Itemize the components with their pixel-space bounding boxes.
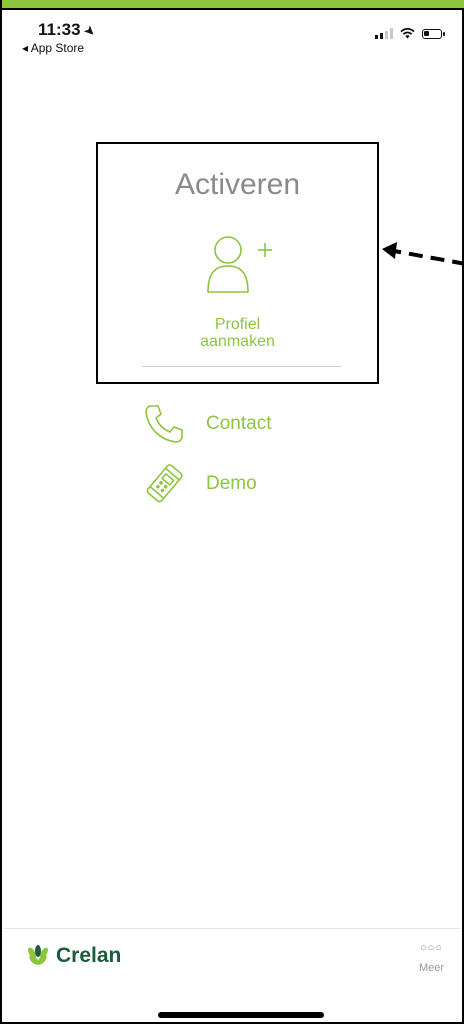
battery-icon (422, 28, 445, 39)
more-button[interactable]: ○○○ Meer (419, 942, 444, 974)
brand-name: Crelan (56, 944, 122, 967)
create-profile-line2: aanmaken (200, 333, 275, 350)
divider-line (142, 366, 341, 367)
contact-item[interactable]: Contact (142, 402, 271, 446)
bottom-separator (4, 928, 460, 929)
top-accent-bar (2, 0, 464, 8)
wifi-icon (400, 28, 415, 39)
activate-title: Activeren (174, 168, 301, 201)
back-to-app-store-link[interactable]: ◂ App Store (22, 41, 84, 55)
more-dots-icon: ○○○ (420, 942, 443, 954)
top-border (2, 8, 464, 10)
activate-panel: Activeren Profiel aanmaken (96, 142, 379, 384)
status-time: 11:33➤ (38, 20, 99, 40)
cellular-signal-icon (375, 28, 393, 39)
status-icons (375, 28, 445, 39)
app-screen: 11:33➤ ◂ App Store Activeren Profiel aan… (0, 0, 464, 1024)
crelan-logo: Crelan (26, 944, 121, 968)
phone-icon (145, 405, 183, 443)
contact-label: Contact (206, 413, 272, 434)
home-indicator[interactable] (158, 1012, 324, 1018)
create-profile-line1: Profiel (214, 316, 261, 333)
demo-label: Demo (206, 473, 257, 494)
time-text: 11:33 (38, 20, 81, 39)
location-arrow-icon: ➤ (81, 22, 99, 40)
add-profile-icon[interactable] (206, 234, 272, 296)
demo-item[interactable]: Demo (142, 462, 257, 506)
annotation-arrow-icon (382, 242, 464, 266)
create-profile-button[interactable]: Profiel aanmaken (98, 316, 377, 350)
wheat-logo-icon (28, 945, 48, 965)
demo-phone-icon (146, 464, 183, 503)
more-label: Meer (418, 962, 444, 974)
